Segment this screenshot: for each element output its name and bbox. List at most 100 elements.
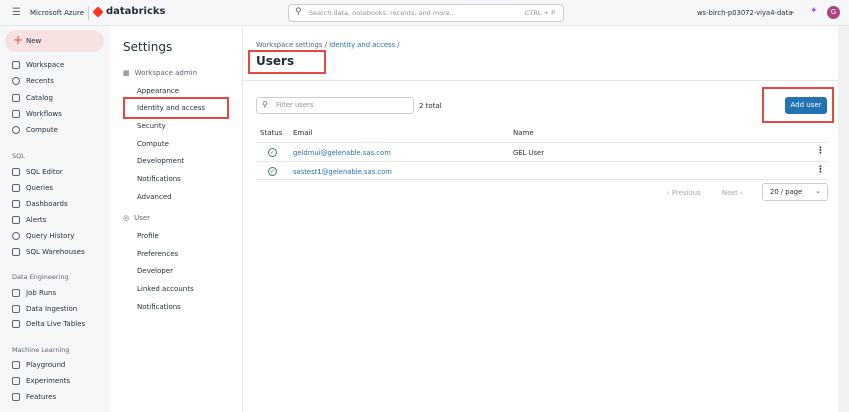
label: Data Ingestion <box>26 305 78 313</box>
sidebar-item-features[interactable]: Features <box>12 393 56 401</box>
menu-icon[interactable]: ☰ <box>12 7 21 18</box>
label: Previous <box>671 189 701 197</box>
label: Dashboards <box>26 200 68 208</box>
scrollbar[interactable] <box>838 26 849 412</box>
sidebar-item-queries[interactable]: Queries <box>12 184 53 192</box>
admin-icon: ▦ <box>123 69 130 77</box>
sidebar-item-sql-warehouses[interactable]: SQL Warehouses <box>12 248 85 256</box>
section-machine-learning: Machine Learning <box>12 346 70 354</box>
new-button[interactable]: + New <box>5 30 104 52</box>
user-header: ◎ User <box>123 214 150 222</box>
settings-item-linked-accounts[interactable]: Linked accounts <box>137 285 194 293</box>
folder-icon <box>12 61 20 69</box>
settings-item-appearance[interactable]: Appearance <box>137 87 179 95</box>
label: Playground <box>26 361 66 369</box>
sidebar-item-dashboards[interactable]: Dashboards <box>12 200 68 208</box>
label: Compute <box>26 126 58 134</box>
breadcrumb: Workspace settings / Identity and access… <box>256 41 400 49</box>
label: Workspace admin <box>134 69 198 77</box>
page-size-value: 20 / page <box>770 188 803 196</box>
settings-title: Settings <box>123 40 173 54</box>
label: User <box>134 214 151 222</box>
sidebar-item-query-history[interactable]: Query History <box>12 232 74 240</box>
settings-item-development[interactable]: Development <box>137 157 184 165</box>
search-icon: ⚲ <box>295 7 302 17</box>
table-row: ✓ geldmui@gelenable.sas.com GEL User ⋮ <box>256 142 828 161</box>
workspace-switcher[interactable]: ws-birch-p03072-viya4-data <box>697 9 792 17</box>
sidebar-item-data-ingestion[interactable]: Data Ingestion <box>12 305 77 313</box>
sidebar-item-catalog[interactable]: Catalog <box>12 94 53 102</box>
label: SQL Editor <box>26 168 63 176</box>
label: Job Runs <box>26 289 57 297</box>
breadcrumb-separator: / <box>324 41 327 49</box>
user-name: GEL User <box>513 149 545 157</box>
settings-item-profile[interactable]: Profile <box>137 232 159 240</box>
active-check-icon: ✓ <box>268 167 277 176</box>
filter-users-input[interactable]: ⚲ Filter users <box>256 97 414 114</box>
pipeline-icon <box>12 320 20 328</box>
label: Workflows <box>26 110 62 118</box>
sidebar-item-recents[interactable]: Recents <box>12 77 54 85</box>
avatar[interactable]: G <box>827 6 840 19</box>
divider <box>243 80 838 81</box>
features-icon <box>12 393 20 401</box>
chevron-down-icon: ⌄ <box>815 187 821 195</box>
total-count: 2 total <box>419 102 442 110</box>
column-header-name: Name <box>513 129 534 137</box>
sidebar-item-playground[interactable]: Playground <box>12 361 65 369</box>
user-email-link[interactable]: geldmui@gelenable.sas.com <box>293 149 391 157</box>
ingestion-icon <box>12 305 20 313</box>
user-email-link[interactable]: sastest1@gelenable.sas.com <box>293 168 392 176</box>
label: Next <box>722 189 738 197</box>
sidebar: + New Workspace Recents Catalog Workflow… <box>0 26 110 412</box>
clock-icon <box>12 77 20 85</box>
assistant-sparkle-icon[interactable]: ✦ <box>810 6 818 16</box>
search-input[interactable]: ⚲ Search data, notebooks, recents, and m… <box>288 4 564 22</box>
main-content: Workspace settings / Identity and access… <box>243 26 838 412</box>
chevron-down-icon[interactable]: ⌄ <box>790 8 795 15</box>
settings-item-notifications[interactable]: Notifications <box>137 175 181 183</box>
page-size-select[interactable]: 20 / page ⌄ <box>762 183 828 201</box>
kebab-menu-icon[interactable]: ⋮ <box>816 146 825 156</box>
sidebar-item-sql-editor[interactable]: SQL Editor <box>12 168 63 176</box>
breadcrumb-separator: / <box>397 41 400 49</box>
search-placeholder: Search data, notebooks, recents, and mor… <box>309 9 456 17</box>
label: Catalog <box>26 94 53 102</box>
label: Features <box>26 393 57 401</box>
settings-item-developer[interactable]: Developer <box>137 267 173 275</box>
column-header-status: Status <box>260 129 283 137</box>
filter-placeholder: Filter users <box>276 101 314 109</box>
sidebar-item-workspace[interactable]: Workspace <box>12 61 64 69</box>
label: Query History <box>26 232 75 240</box>
sidebar-item-compute[interactable]: Compute <box>12 126 58 134</box>
highlight-box <box>248 50 326 74</box>
warehouse-icon <box>12 248 20 256</box>
breadcrumb-workspace-settings[interactable]: Workspace settings <box>256 41 322 49</box>
settings-item-security[interactable]: Security <box>137 122 166 130</box>
sidebar-item-experiments[interactable]: Experiments <box>12 377 70 385</box>
next-page-button[interactable]: Next › <box>722 189 743 197</box>
kebab-menu-icon[interactable]: ⋮ <box>816 165 825 175</box>
product-logo[interactable]: databricks <box>106 6 165 17</box>
user-icon: ◎ <box>123 214 130 222</box>
breadcrumb-identity-and-access[interactable]: Identity and access <box>329 41 395 49</box>
label: Experiments <box>26 377 71 385</box>
settings-item-user-notifications[interactable]: Notifications <box>137 303 181 311</box>
column-header-email: Email <box>293 129 313 137</box>
sidebar-item-delta-live-tables[interactable]: Delta Live Tables <box>12 320 85 328</box>
settings-item-advanced[interactable]: Advanced <box>137 193 172 201</box>
new-label: New <box>26 37 42 45</box>
sidebar-item-alerts[interactable]: Alerts <box>12 216 46 224</box>
settings-item-preferences[interactable]: Preferences <box>137 250 178 258</box>
list-icon <box>12 289 20 297</box>
top-bar: ☰ Microsoft Azure databricks ⚲ Search da… <box>0 0 849 26</box>
queries-icon <box>12 184 20 192</box>
highlight-box <box>123 97 229 119</box>
sidebar-item-job-runs[interactable]: Job Runs <box>12 289 56 297</box>
divider <box>88 6 89 20</box>
sidebar-item-workflows[interactable]: Workflows <box>12 110 62 118</box>
previous-page-button[interactable]: ‹ Previous <box>667 189 701 197</box>
settings-item-compute[interactable]: Compute <box>137 140 169 148</box>
catalog-icon <box>12 94 20 102</box>
flask-icon <box>12 377 20 385</box>
